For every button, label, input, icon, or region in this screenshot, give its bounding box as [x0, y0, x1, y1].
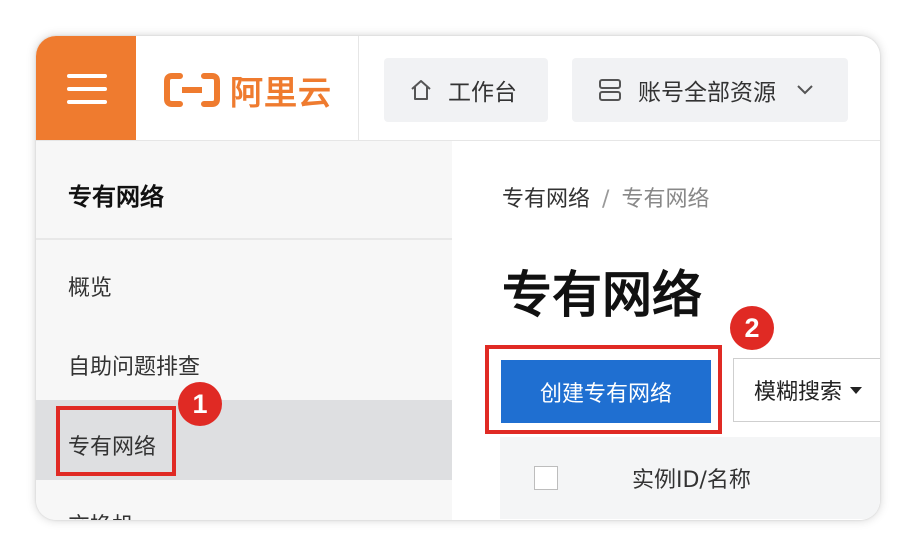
sidebar-title: 专有网络	[68, 183, 164, 211]
column-header-instance-id: 实例ID/名称	[632, 468, 751, 493]
workbench-label: 工作台	[448, 80, 517, 106]
menu-icon-line-middle	[67, 87, 107, 91]
home-icon	[410, 79, 432, 101]
sidebar-item-overview[interactable]: 概览	[68, 270, 112, 302]
table-header: 实例ID/名称	[500, 437, 880, 519]
account-resources-label: 账号全部资源	[638, 80, 776, 106]
fuzzy-search-label: 模糊搜索	[754, 380, 843, 405]
workbench-button[interactable]: 工作台	[384, 58, 548, 122]
main-content: 专有网络 / 专有网络 专有网络 创建专有网络 模糊搜索 实例ID/名称	[452, 141, 880, 520]
step-badge-2: 2	[730, 306, 774, 350]
page-title: 专有网络	[502, 266, 702, 324]
menu-icon-line-bottom	[67, 100, 107, 104]
hamburger-menu-button[interactable]	[36, 36, 136, 140]
brand-name: 阿里云	[230, 73, 332, 112]
step-badge-1: 1	[178, 382, 222, 426]
aliyun-logo[interactable]: 阿里云	[164, 70, 332, 112]
app-window: 阿里云 工作台 账号全部资源 专有网络 概览 自助问题排查 专有网络 专有网络 …	[36, 36, 880, 520]
menu-icon-line-top	[67, 74, 107, 78]
fuzzy-search-dropdown[interactable]: 模糊搜索	[733, 358, 880, 422]
breadcrumb-current: 专有网络	[621, 187, 710, 212]
breadcrumb-link-vpc[interactable]: 专有网络	[502, 187, 590, 212]
chevron-down-icon	[796, 84, 814, 96]
breadcrumb: 专有网络 / 专有网络	[502, 181, 709, 213]
sidebar-divider	[36, 238, 452, 240]
header-divider	[358, 36, 359, 140]
select-all-checkbox[interactable]	[534, 466, 558, 490]
highlight-box-create-vpc	[485, 345, 722, 434]
sidebar-item-vswitch[interactable]: 交换机	[68, 508, 134, 520]
account-resources-dropdown[interactable]: 账号全部资源	[572, 58, 848, 122]
top-navigation-bar: 阿里云 工作台 账号全部资源	[36, 36, 880, 141]
server-stack-icon	[598, 78, 622, 102]
aliyun-logo-icon	[164, 73, 220, 107]
sidebar-item-self-troubleshoot[interactable]: 自助问题排查	[68, 349, 200, 381]
caret-down-icon	[850, 386, 863, 394]
breadcrumb-separator: /	[602, 187, 610, 212]
highlight-box-sidebar-vpc	[56, 406, 176, 476]
